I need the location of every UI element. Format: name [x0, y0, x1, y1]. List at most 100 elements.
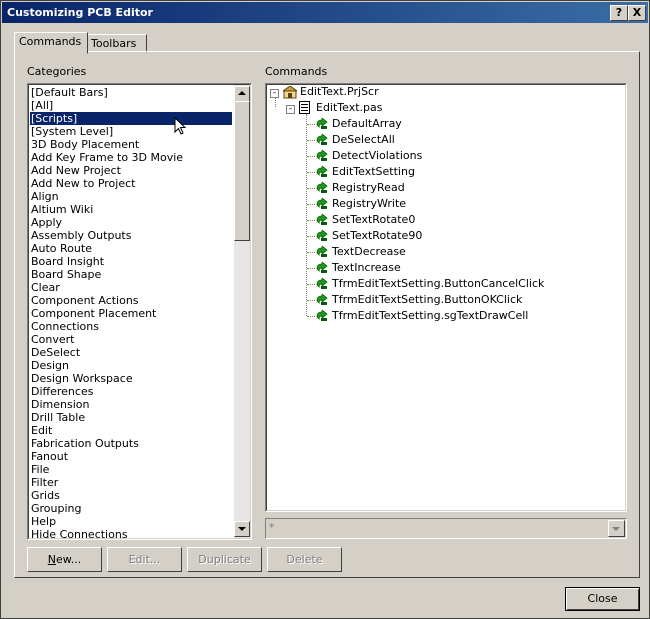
script-procedure-icon: [315, 309, 328, 321]
tree-line: [307, 124, 315, 125]
category-item[interactable]: Assembly Outputs: [30, 229, 131, 242]
category-item[interactable]: Convert: [30, 333, 75, 346]
close-button[interactable]: Close: [565, 587, 640, 611]
category-item[interactable]: [Scripts]: [30, 112, 232, 125]
category-item[interactable]: Connections: [30, 320, 99, 333]
category-item[interactable]: Clear: [30, 281, 60, 294]
procedure-item[interactable]: RegistryRead: [332, 180, 405, 196]
categories-label: Categories: [27, 65, 87, 78]
category-item[interactable]: Board Insight: [30, 255, 104, 268]
tree-line: [307, 316, 315, 317]
delete-button[interactable]: Delete: [267, 547, 342, 572]
category-item[interactable]: Design Workspace: [30, 372, 133, 385]
category-item[interactable]: Hide Connections: [30, 528, 128, 541]
procedure-item[interactable]: DetectViolations: [332, 148, 422, 164]
procedure-item[interactable]: SetTextRotate90: [332, 228, 422, 244]
category-item[interactable]: Add Key Frame to 3D Movie: [30, 151, 183, 164]
category-item[interactable]: [System Level]: [30, 125, 113, 138]
tree-line: [307, 284, 315, 285]
procedure-item[interactable]: DefaultArray: [332, 116, 402, 132]
category-item[interactable]: DeSelect: [30, 346, 80, 359]
commands-tree[interactable]: - EditText.PrjScr - EditText.pas DefaultArra…: [265, 83, 627, 512]
script-procedure-icon: [315, 229, 328, 241]
category-item[interactable]: Grouping: [30, 502, 82, 515]
category-item[interactable]: Filter: [30, 476, 58, 489]
category-item[interactable]: [All]: [30, 99, 53, 112]
arrow-up-icon: [238, 91, 246, 95]
arrow-down-icon: [238, 527, 246, 531]
script-procedure-icon: [315, 293, 328, 305]
category-item[interactable]: File: [30, 463, 49, 476]
script-procedure-icon: [315, 149, 328, 161]
tree-line: [307, 140, 315, 141]
mouse-cursor-icon: [174, 117, 187, 135]
category-item[interactable]: Design: [30, 359, 69, 372]
tree-line: [307, 204, 315, 205]
window-title: Customizing PCB Editor: [7, 6, 153, 19]
category-item[interactable]: Component Placement: [30, 307, 156, 320]
script-procedure-icon: [315, 133, 328, 145]
tree-line: [307, 156, 315, 157]
category-item[interactable]: Add New to Project: [30, 177, 135, 190]
customize-dialog: Customizing PCB Editor ? X Commands Tool…: [0, 0, 650, 619]
filter-combo-value: *: [269, 521, 275, 534]
tree-line: [307, 188, 315, 189]
category-item[interactable]: Grids: [30, 489, 60, 502]
category-item[interactable]: Edit: [30, 424, 52, 437]
category-item[interactable]: 3D Body Placement: [30, 138, 139, 151]
tab-label: Toolbars: [91, 37, 137, 50]
category-item[interactable]: Fabrication Outputs: [30, 437, 139, 450]
tree-line: [306, 114, 307, 316]
filter-combo[interactable]: *: [265, 518, 627, 539]
category-item[interactable]: Dimension: [30, 398, 89, 411]
category-item[interactable]: Drill Table: [30, 411, 85, 424]
collapse-file-expander[interactable]: -: [286, 105, 295, 114]
tab-commands[interactable]: Commands: [14, 32, 88, 54]
category-item[interactable]: Apply: [30, 216, 62, 229]
scroll-down-button[interactable]: [234, 521, 250, 537]
script-procedure-icon: [315, 181, 328, 193]
category-item[interactable]: Board Shape: [30, 268, 101, 281]
tab-label: Commands: [19, 35, 82, 48]
new-button[interactable]: New...: [27, 547, 102, 572]
procedure-item[interactable]: TextDecrease: [332, 244, 406, 260]
categories-list[interactable]: [Default Bars] [All] [Scripts] [System Leve…: [27, 83, 252, 541]
procedure-item[interactable]: TfrmEditTextSetting.sgTextDrawCell: [332, 308, 528, 324]
script-procedure-icon: [315, 117, 328, 129]
tree-line: [307, 252, 315, 253]
category-item[interactable]: Add New Project: [30, 164, 121, 177]
duplicate-button[interactable]: Duplicate: [187, 547, 262, 572]
scroll-thumb[interactable]: [234, 101, 250, 241]
script-procedure-icon: [315, 261, 328, 273]
script-procedure-icon: [315, 165, 328, 177]
procedure-item[interactable]: TfrmEditTextSetting.ButtonCancelClick: [332, 276, 544, 292]
category-item[interactable]: [Default Bars]: [30, 86, 108, 99]
scroll-up-button[interactable]: [234, 86, 250, 102]
edit-button[interactable]: Edit...: [107, 547, 182, 572]
category-item[interactable]: Altium Wiki: [30, 203, 93, 216]
document-icon: [299, 101, 310, 114]
project-icon: [281, 85, 299, 99]
procedure-item[interactable]: TextIncrease: [332, 260, 401, 276]
close-window-button[interactable]: X: [628, 5, 646, 21]
procedure-item[interactable]: DeSelectAll: [332, 132, 395, 148]
procedure-item[interactable]: SetTextRotate0: [332, 212, 415, 228]
category-item[interactable]: Differences: [30, 385, 93, 398]
tree-line: [307, 220, 315, 221]
help-button[interactable]: ?: [610, 5, 628, 21]
project-node-label[interactable]: EditText.PrjScr: [300, 84, 379, 100]
category-item[interactable]: Help: [30, 515, 56, 528]
tree-line: [307, 268, 315, 269]
category-item[interactable]: Auto Route: [30, 242, 92, 255]
category-item[interactable]: Align: [30, 190, 59, 203]
category-item[interactable]: Component Actions: [30, 294, 139, 307]
procedure-item[interactable]: RegistryWrite: [332, 196, 406, 212]
file-node-label[interactable]: EditText.pas: [316, 100, 383, 116]
procedure-item[interactable]: TfrmEditTextSetting.ButtonOKClick: [332, 292, 522, 308]
procedure-item[interactable]: EditTextSetting: [332, 164, 415, 180]
categories-scrollbar[interactable]: [234, 85, 250, 538]
title-bar[interactable]: Customizing PCB Editor ? X: [2, 2, 648, 23]
category-item[interactable]: Fanout: [30, 450, 68, 463]
commands-label: Commands: [265, 65, 328, 78]
combo-dropdown-button[interactable]: [608, 520, 625, 537]
